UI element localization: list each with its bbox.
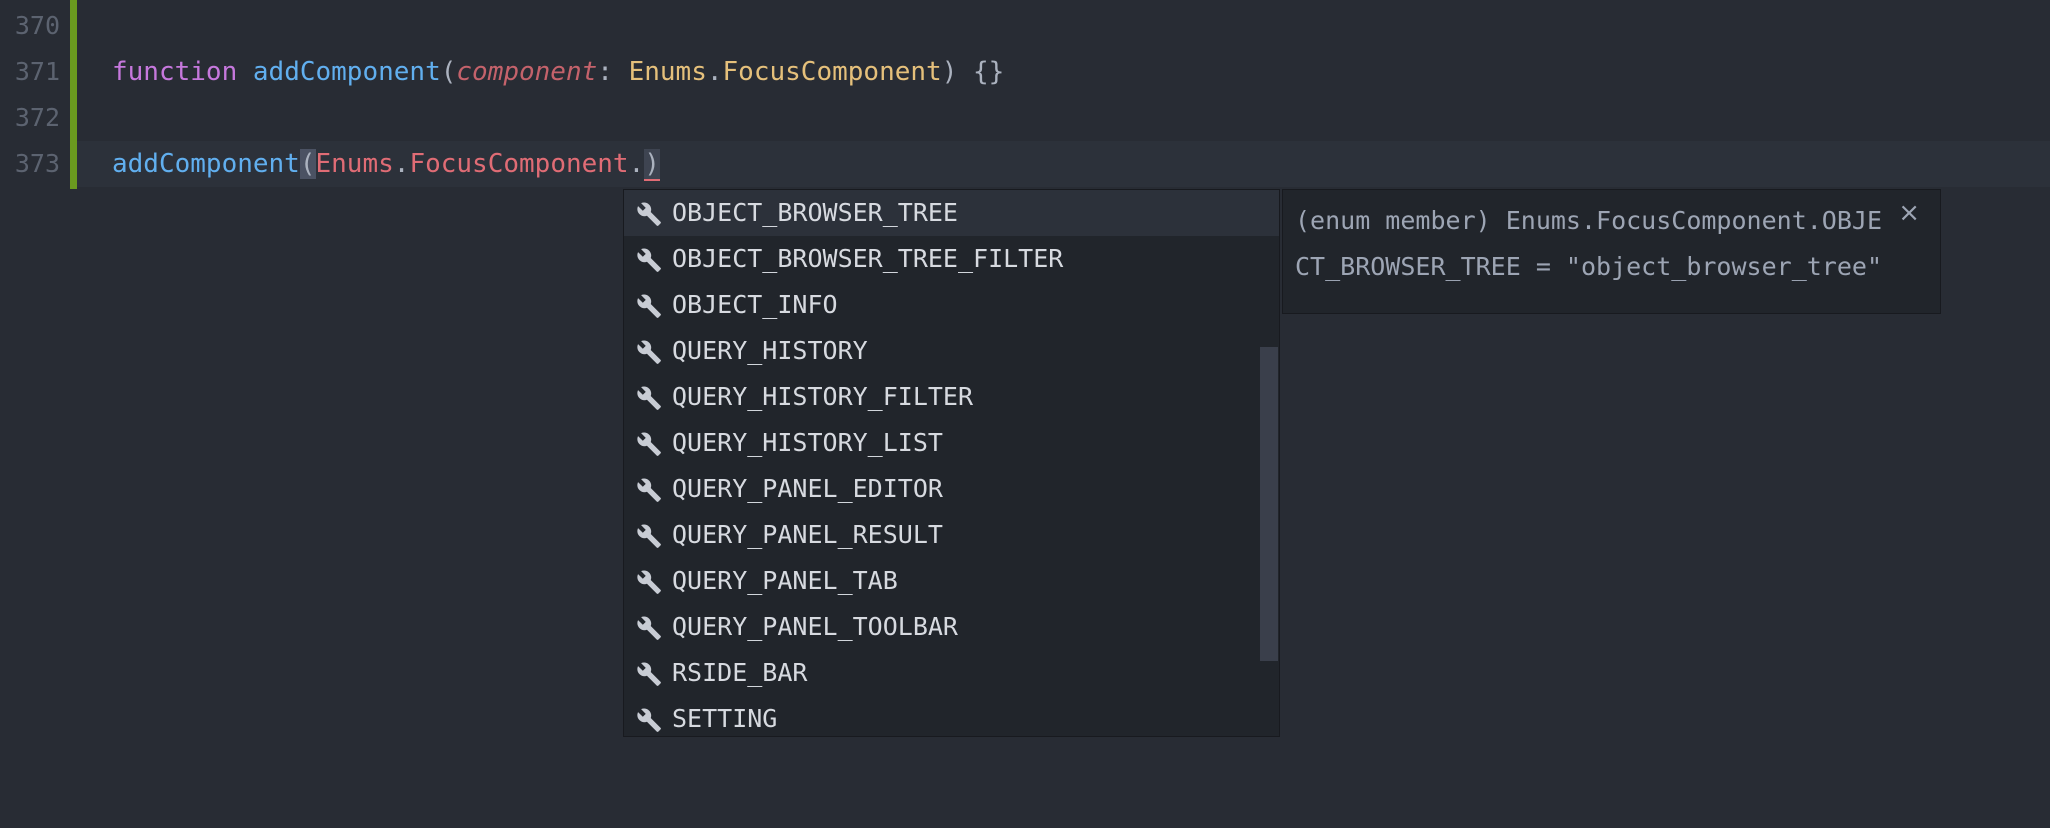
member-dot: .: [628, 149, 645, 179]
wrench-icon: [637, 570, 661, 594]
suggestion-label: OBJECT_BROWSER_TREE: [672, 198, 958, 227]
type-name: FocusComponent: [722, 57, 942, 87]
suggestion-item[interactable]: QUERY_HISTORY_FILTER: [624, 374, 1279, 420]
code-editor[interactable]: 370 371 372 373 function addComponent(co…: [0, 0, 2050, 828]
suggestion-label: OBJECT_INFO: [672, 290, 838, 319]
suggestion-label: QUERY_HISTORY_LIST: [672, 428, 943, 457]
matched-close-paren: ): [644, 149, 660, 181]
wrench-icon: [637, 340, 661, 364]
suggestion-item[interactable]: QUERY_PANEL_EDITOR: [624, 466, 1279, 512]
wrench-icon: [637, 432, 661, 456]
open-paren: (: [440, 57, 457, 87]
function-body: ) {}: [941, 57, 1005, 87]
type-dot: .: [706, 57, 723, 87]
suggestion-label: QUERY_HISTORY_FILTER: [672, 382, 974, 411]
wrench-icon: [637, 202, 661, 226]
wrench-icon: [637, 616, 661, 640]
suggestion-scrollbar[interactable]: [1260, 347, 1278, 661]
suggestion-item[interactable]: QUERY_PANEL_TOOLBAR: [624, 604, 1279, 650]
suggestion-item[interactable]: OBJECT_INFO: [624, 282, 1279, 328]
wrench-icon: [637, 294, 661, 318]
line-number-373: 373: [14, 149, 60, 178]
suggestion-item[interactable]: QUERY_PANEL_RESULT: [624, 512, 1279, 558]
suggestion-label: QUERY_PANEL_RESULT: [672, 520, 943, 549]
suggestion-details-panel: (enum member) Enums.FocusComponent.OBJEC…: [1282, 189, 1941, 314]
close-icon[interactable]: ×: [1898, 198, 1920, 228]
type-colon: :: [597, 57, 629, 87]
enum-dot: .: [393, 149, 410, 179]
matched-open-paren: (: [299, 149, 316, 179]
wrench-icon: [637, 248, 661, 272]
line-number-370: 370: [14, 11, 60, 40]
parameter-name: component: [456, 57, 598, 87]
suggestion-item[interactable]: SETTING: [624, 696, 1279, 736]
suggestion-item[interactable]: RSIDE_BAR: [624, 650, 1279, 696]
wrench-icon: [637, 524, 661, 548]
wrench-icon: [637, 478, 661, 502]
type-namespace: Enums: [628, 57, 707, 87]
enum-namespace: Enums: [315, 149, 394, 179]
wrench-icon: [637, 708, 661, 732]
line-number-371: 371: [14, 57, 60, 86]
code-line-371[interactable]: function addComponent(component: Enums.F…: [112, 49, 1004, 95]
wrench-icon: [637, 386, 661, 410]
suggestion-item[interactable]: OBJECT_BROWSER_TREE_FILTER: [624, 236, 1279, 282]
call-function-name: addComponent: [112, 149, 300, 179]
suggestion-label: QUERY_HISTORY: [672, 336, 868, 365]
suggestion-label: RSIDE_BAR: [672, 658, 808, 687]
autocomplete-suggestion-list[interactable]: OBJECT_BROWSER_TREE OBJECT_BROWSER_TREE_…: [623, 189, 1280, 737]
suggestion-label: QUERY_PANEL_TOOLBAR: [672, 612, 958, 641]
suggestion-item[interactable]: QUERY_HISTORY_LIST: [624, 420, 1279, 466]
keyword-function: function: [112, 57, 238, 87]
details-text: (enum member) Enums.FocusComponent.OBJEC…: [1295, 206, 1882, 281]
wrench-icon: [637, 662, 661, 686]
suggestion-label: QUERY_PANEL_EDITOR: [672, 474, 943, 503]
code-line-373[interactable]: addComponent(Enums.FocusComponent.): [112, 141, 660, 187]
suggestion-label: SETTING: [672, 704, 778, 733]
suggestion-label: QUERY_PANEL_TAB: [672, 566, 898, 595]
suggestion-item[interactable]: QUERY_HISTORY: [624, 328, 1279, 374]
enum-name: FocusComponent: [409, 149, 629, 179]
function-name: addComponent: [252, 57, 441, 87]
git-modified-indicator: [70, 0, 77, 189]
line-number-372: 372: [14, 103, 60, 132]
suggestion-item[interactable]: QUERY_PANEL_TAB: [624, 558, 1279, 604]
suggestion-label: OBJECT_BROWSER_TREE_FILTER: [672, 244, 1064, 273]
suggestion-item[interactable]: OBJECT_BROWSER_TREE: [624, 190, 1279, 236]
